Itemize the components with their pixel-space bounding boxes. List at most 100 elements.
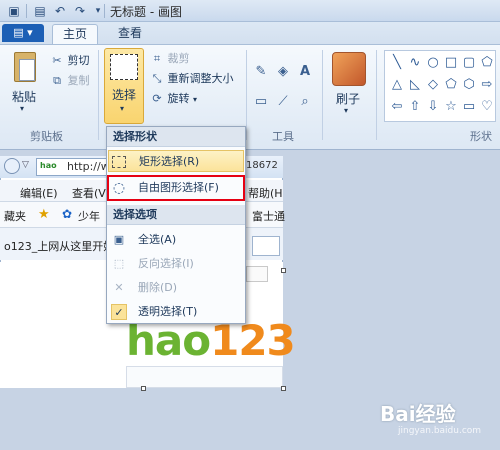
delete-icon: ✕	[114, 281, 124, 294]
select-options-header: 选择选项	[107, 205, 245, 225]
line-shape-icon[interactable]: ╲	[389, 55, 405, 71]
rotate-icon: ⟳	[152, 92, 162, 105]
crop-icon: ⌗	[153, 52, 161, 65]
embedded-fav-label: 藏夹	[4, 210, 26, 223]
chevron-down-icon: ▾	[120, 104, 125, 113]
rect-select-label: 矩形选择(R)	[139, 155, 200, 168]
select-all-icon: ▣	[113, 233, 125, 246]
copy-icon: ⧉	[53, 74, 61, 87]
up-arrow-shape-icon[interactable]: ⇧	[407, 99, 423, 115]
crop-button[interactable]: ⌗ 裁剪	[150, 50, 190, 68]
tab-home[interactable]: 主页	[52, 24, 99, 44]
resize-handle[interactable]	[281, 386, 286, 391]
resize-button[interactable]: ⤡ 重新调整大小	[150, 70, 234, 88]
group-divider	[322, 50, 323, 140]
embedded-menu-edit: 编辑(E)	[20, 187, 58, 200]
brushes-button[interactable]: 刷子	[336, 90, 360, 107]
chevron-down-icon: ▾	[193, 95, 198, 104]
brush-icon[interactable]	[332, 52, 366, 86]
copy-label: 复制	[67, 74, 90, 87]
paint-app-icon[interactable]: ▣	[6, 3, 22, 19]
color-picker-icon[interactable]: ⟋	[274, 92, 292, 110]
tools-group-label: 工具	[272, 130, 294, 143]
right-triangle-shape-icon[interactable]: ◺	[407, 77, 423, 93]
rectangle-shape-icon[interactable]: □	[443, 55, 459, 71]
checkmark-icon: ✓	[111, 304, 127, 320]
invert-select-label: 反向选择(I)	[138, 257, 194, 270]
cut-label: 剪切	[67, 54, 90, 67]
embedded-fav-item: 少年	[78, 210, 100, 223]
group-divider	[246, 50, 247, 140]
text-icon[interactable]: A	[296, 62, 314, 80]
app-menu-button[interactable]: ▤ ▾	[2, 24, 44, 42]
resize-handle[interactable]	[141, 386, 146, 391]
embedded-menu-help: 帮助(H	[248, 187, 283, 200]
heart-shape-icon[interactable]: ♡	[479, 99, 495, 115]
star-shape-icon[interactable]: ☆	[443, 99, 459, 115]
window-title: 无标题 - 画图	[110, 5, 182, 19]
shapes-group-label: 形状	[470, 130, 492, 143]
save-icon[interactable]: ▤	[32, 3, 48, 19]
polygon-shape-icon[interactable]: ⬠	[479, 55, 495, 71]
menu-item-transparent-select[interactable]: ✓ 透明选择(T)	[108, 301, 244, 323]
embedded-menu-view: 查看(V	[72, 187, 106, 200]
rounded-rect-shape-icon[interactable]: ▢	[461, 55, 477, 71]
transparent-select-label: 透明选择(T)	[138, 305, 198, 318]
group-divider	[98, 50, 99, 140]
embedded-new-tab	[252, 236, 280, 256]
embedded-url-suffix: 18672	[246, 160, 278, 171]
tab-view[interactable]: 查看	[108, 24, 152, 44]
left-arrow-shape-icon[interactable]: ⇦	[389, 99, 405, 115]
chevron-down-icon: ▽	[22, 160, 29, 170]
eraser-icon[interactable]: ▭	[252, 92, 270, 110]
menu-item-delete[interactable]: ✕ 删除(D)	[108, 277, 244, 299]
paste-button[interactable]: 粘贴	[12, 88, 36, 105]
annotation-highlight-box	[107, 175, 245, 201]
rotate-button[interactable]: ⟳ 旋转 ▾	[150, 90, 197, 108]
callout-shape-icon[interactable]: ▭	[461, 99, 477, 115]
paste-icon[interactable]	[14, 52, 36, 82]
oval-shape-icon[interactable]: ○	[425, 55, 441, 71]
embedded-tab-title: o123_上网从这里开始	[4, 240, 115, 253]
chevron-down-icon: ▾	[344, 106, 349, 115]
rotate-label: 旋转	[167, 92, 190, 105]
menu-item-select-all[interactable]: ▣ 全选(A)	[108, 229, 244, 251]
undo-icon[interactable]: ↶	[52, 3, 68, 19]
triangle-shape-icon[interactable]: △	[389, 77, 405, 93]
embedded-page-box	[246, 266, 268, 282]
shapes-gallery: ╲ ∿ ○ □ ▢ ⬠ △ ◺ ◇ ⬠ ⬡ ⇨ ⇦ ⇧ ⇩ ☆ ▭ ♡	[384, 50, 496, 122]
select-label: 选择	[112, 88, 137, 102]
select-shape-header: 选择形状	[107, 127, 245, 147]
chevron-down-icon[interactable]: ▾	[20, 104, 24, 113]
pencil-icon[interactable]: ✎	[252, 62, 270, 80]
rect-select-icon	[112, 156, 126, 168]
divider	[104, 4, 105, 18]
resize-handle[interactable]	[281, 268, 286, 273]
watermark-sub: jingyan.baidu.com	[398, 426, 482, 436]
redo-icon[interactable]: ↷	[72, 3, 88, 19]
select-all-label: 全选(A)	[138, 233, 177, 246]
watermark: Bai经验	[380, 402, 456, 426]
crop-label: 裁剪	[167, 52, 190, 65]
curve-shape-icon[interactable]: ∿	[407, 55, 423, 71]
delete-label: 删除(D)	[138, 281, 178, 294]
menu-item-rect-select[interactable]: 矩形选择(R)	[108, 150, 244, 172]
fill-icon[interactable]: ◈	[274, 62, 292, 80]
diamond-shape-icon[interactable]: ◇	[425, 77, 441, 93]
hexagon-shape-icon[interactable]: ⬡	[461, 77, 477, 93]
menu-item-invert-select[interactable]: ⬚ 反向选择(I)	[108, 253, 244, 275]
copy-button[interactable]: ⧉ 复制	[50, 72, 90, 90]
cut-button[interactable]: ✂ 剪切	[50, 52, 90, 70]
paw-icon: ✿	[62, 207, 73, 221]
down-arrow-shape-icon[interactable]: ⇩	[425, 99, 441, 115]
pentagon-shape-icon[interactable]: ⬠	[443, 77, 459, 93]
resize-label: 重新调整大小	[167, 72, 234, 85]
hao123-favicon: hao	[40, 161, 57, 170]
scissors-icon: ✂	[52, 54, 62, 67]
clipboard-group-label: 剪贴板	[30, 130, 63, 143]
star-icon: ★	[38, 207, 50, 222]
back-icon	[4, 158, 20, 174]
magnifier-icon[interactable]: ⌕	[296, 92, 314, 110]
embedded-fav-item: 富士通	[252, 210, 285, 223]
right-arrow-shape-icon[interactable]: ⇨	[479, 77, 495, 93]
